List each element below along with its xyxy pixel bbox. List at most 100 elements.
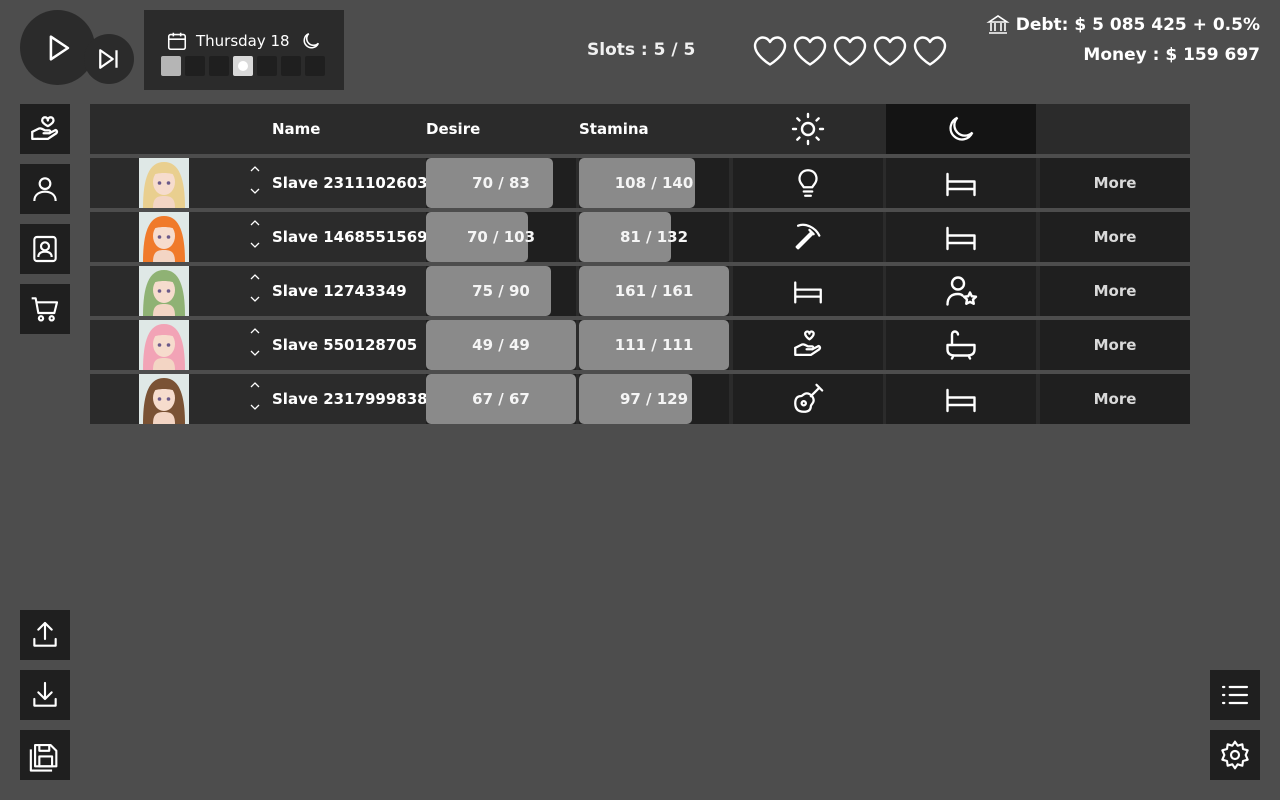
night-activity-button[interactable] xyxy=(886,212,1036,262)
stamina-value: 81 / 132 xyxy=(619,228,689,246)
upload-button[interactable] xyxy=(20,610,70,660)
settings-button[interactable] xyxy=(1210,730,1260,780)
save-button[interactable] xyxy=(20,730,70,780)
stamina-bar: 97 / 129 xyxy=(579,374,729,424)
desire-bar: 49 / 49 xyxy=(426,320,576,370)
shop-button[interactable] xyxy=(20,284,70,334)
day-activity-button[interactable] xyxy=(733,266,883,316)
table-row: Slave 12743349 75 / 90 161 / 161 More xyxy=(90,266,1190,316)
skip-forward-icon xyxy=(99,49,118,69)
slave-name: Slave 550128705 xyxy=(272,336,418,354)
day-activity-button[interactable] xyxy=(733,212,883,262)
sun-icon xyxy=(791,112,825,146)
day-activity-button[interactable] xyxy=(733,320,883,370)
desire-value: 70 / 103 xyxy=(466,228,536,246)
calendar-icon xyxy=(167,32,187,51)
download-button[interactable] xyxy=(20,670,70,720)
slave-portrait[interactable] xyxy=(139,266,189,316)
gear-icon xyxy=(1221,740,1249,770)
move-up-button[interactable] xyxy=(248,216,262,230)
slots-label: Slots : 5 / 5 xyxy=(587,40,696,60)
night-activity-button[interactable] xyxy=(886,374,1036,424)
stamina-value: 97 / 129 xyxy=(619,390,689,408)
desire-bar: 70 / 83 xyxy=(426,158,576,208)
day-square xyxy=(209,56,229,76)
stamina-bar: 111 / 111 xyxy=(579,320,729,370)
bath-icon xyxy=(946,330,976,360)
skip-button[interactable] xyxy=(84,34,134,84)
chevron-up-icon xyxy=(250,166,260,172)
day-square xyxy=(257,56,277,76)
table-row: Slave 550128705 49 / 49 111 / 111 More xyxy=(90,320,1190,370)
more-button[interactable]: More xyxy=(1040,212,1190,262)
list-button[interactable] xyxy=(1210,670,1260,720)
slave-portrait[interactable] xyxy=(139,212,189,262)
day-activity-button[interactable] xyxy=(733,374,883,424)
move-up-button[interactable] xyxy=(248,162,262,176)
chevron-down-icon xyxy=(250,188,260,194)
move-up-button[interactable] xyxy=(248,378,262,392)
bed-icon xyxy=(946,388,976,413)
current-day-dot xyxy=(238,61,248,71)
move-down-button[interactable] xyxy=(248,238,262,252)
moon-icon xyxy=(949,116,974,141)
header-night[interactable] xyxy=(886,104,1036,154)
hand-heart-icon xyxy=(794,330,822,357)
slave-portrait[interactable] xyxy=(139,158,189,208)
night-activity-button[interactable] xyxy=(886,158,1036,208)
desire-bar: 70 / 103 xyxy=(426,212,576,262)
table-row: Slave 2317999838 67 / 67 97 / 129 More xyxy=(90,374,1190,424)
hand-heart-icon xyxy=(31,116,59,141)
day-label: Thursday 18 xyxy=(196,32,290,50)
more-button[interactable]: More xyxy=(1040,266,1190,316)
download-icon xyxy=(33,681,57,707)
header-day[interactable] xyxy=(733,104,883,154)
bed-icon xyxy=(946,172,976,197)
slave-portrait[interactable] xyxy=(139,374,189,424)
slave-table: Name Desire Stamina Slave 2311102603 70 /… xyxy=(90,104,1190,424)
more-button[interactable]: More xyxy=(1040,374,1190,424)
day-square xyxy=(185,56,205,76)
heart-icon xyxy=(752,34,788,68)
move-up-button[interactable] xyxy=(248,324,262,338)
move-down-button[interactable] xyxy=(248,184,262,198)
move-down-button[interactable] xyxy=(248,400,262,414)
slave-name: Slave 12743349 xyxy=(272,282,407,300)
slave-portrait[interactable] xyxy=(139,320,189,370)
user-icon xyxy=(33,177,57,202)
chevron-up-icon xyxy=(250,382,260,388)
play-icon xyxy=(49,34,69,61)
hand-heart-button[interactable] xyxy=(20,104,70,154)
move-down-button[interactable] xyxy=(248,346,262,360)
desire-value: 75 / 90 xyxy=(472,282,530,300)
finance-panel: Debt: $ 5 085 425 + 0.5% Money : $ 159 6… xyxy=(986,10,1260,70)
debt-label: Debt: $ 5 085 425 + 0.5% xyxy=(1015,15,1260,35)
desire-value: 70 / 83 xyxy=(472,174,530,192)
more-button[interactable]: More xyxy=(1040,320,1190,370)
profile-button[interactable] xyxy=(20,164,70,214)
save-icon xyxy=(29,744,58,772)
chevron-up-icon xyxy=(250,328,260,334)
more-button[interactable]: More xyxy=(1040,158,1190,208)
night-activity-button[interactable] xyxy=(886,320,1036,370)
pickaxe-icon xyxy=(795,223,821,250)
move-down-button[interactable] xyxy=(248,292,262,306)
night-activity-button[interactable] xyxy=(886,266,1036,316)
list-icon xyxy=(1221,685,1249,705)
user-star-icon xyxy=(946,276,978,306)
portrait-icon xyxy=(33,235,57,263)
week-progress xyxy=(161,56,325,76)
header-desire: Desire xyxy=(426,120,481,138)
header-name: Name xyxy=(272,120,321,138)
move-up-button[interactable] xyxy=(248,270,262,284)
heart-icon xyxy=(832,34,868,68)
contacts-button[interactable] xyxy=(20,224,70,274)
table-header: Name Desire Stamina xyxy=(90,104,1190,154)
play-button[interactable] xyxy=(20,10,95,85)
day-activity-button[interactable] xyxy=(733,158,883,208)
stamina-value: 161 / 161 xyxy=(614,282,694,300)
chevron-up-icon xyxy=(250,274,260,280)
moon-icon xyxy=(303,32,319,49)
heart-icon xyxy=(912,34,948,68)
desire-bar: 75 / 90 xyxy=(426,266,576,316)
